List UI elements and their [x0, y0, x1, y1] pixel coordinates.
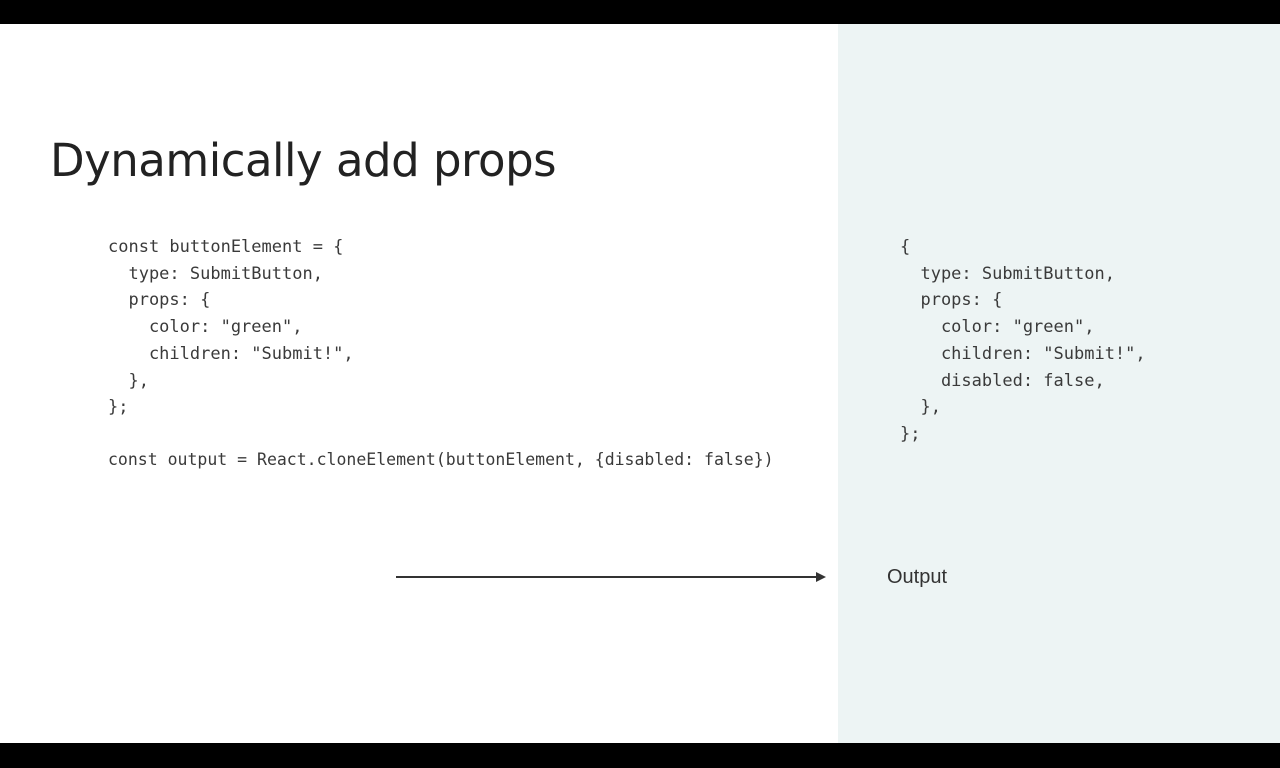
slide: Dynamically add props const buttonElemen…: [0, 24, 1280, 743]
letterbox-bottom: [0, 743, 1280, 768]
slide-title: Dynamically add props: [50, 134, 557, 187]
code-clone-element-call: const output = React.cloneElement(button…: [108, 450, 774, 469]
output-code: { type: SubmitButton, props: { color: "g…: [900, 237, 1146, 444]
output-label: Output: [887, 566, 948, 588]
code-button-element: const buttonElement = { type: SubmitButt…: [108, 237, 354, 418]
arrow-right-icon: [396, 572, 826, 582]
letterbox-top: [0, 0, 1280, 24]
